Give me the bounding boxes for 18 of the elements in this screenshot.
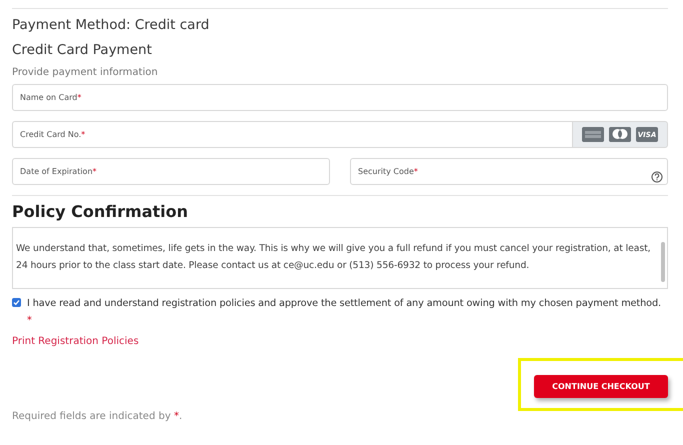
name-field[interactable]: Name on Card* — [12, 84, 668, 111]
card-icon — [582, 127, 604, 142]
required-note: Required fields are indicated by *. — [12, 411, 184, 422]
help-icon[interactable] — [651, 170, 663, 182]
print-policies-link[interactable]: Print Registration Policies — [12, 336, 139, 347]
security-code-field[interactable]: Security Code* — [350, 158, 668, 185]
scrollbar-thumb[interactable] — [661, 242, 665, 282]
section-heading: Credit Card Payment — [12, 42, 153, 58]
payment-method-heading: Payment Method: Credit card — [12, 17, 210, 33]
card-icon — [609, 127, 631, 142]
continue-checkout-button[interactable]: CONTINUE CHECKOUT — [534, 375, 668, 398]
instruction-text: Provide payment information — [12, 67, 159, 78]
agreement-text: I have read and understand registration policies and approve the settlement of any amount owing with my chosen payment method. * — [27, 297, 662, 328]
policy-text: We understand that, sometimes, life gets in the way. This is why we will give you a full refund if you must cancel your registration, at least, 24 hours prior to the class start date. Please contact us at ce@uc.edu or (513) 556-6932 to process your refund. — [15, 242, 652, 273]
agree-checkbox[interactable] — [12, 298, 21, 307]
expiration-field[interactable]: Date of Expiration* — [12, 158, 330, 185]
policy-heading: Policy Confirmation — [12, 202, 190, 221]
card-number-field[interactable]: Credit Card No.* — [12, 121, 572, 148]
